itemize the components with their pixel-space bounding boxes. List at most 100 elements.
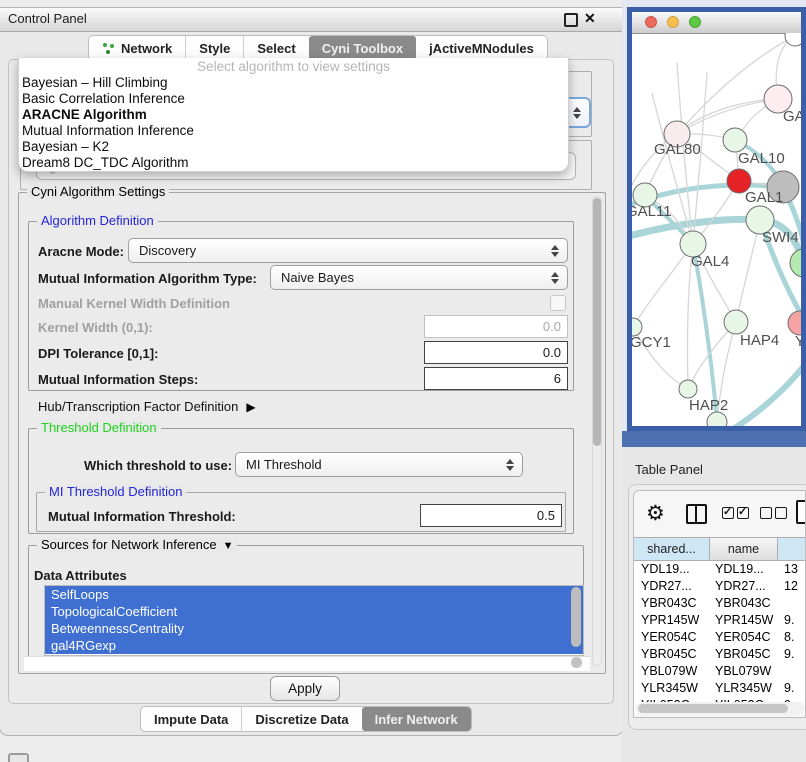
mac-close-button[interactable] xyxy=(645,16,657,28)
table-row[interactable]: YER054CYER054C8. xyxy=(634,629,806,646)
dpi-tolerance-field[interactable]: 0.0 xyxy=(424,341,568,364)
mi-type-combobox[interactable]: Naive Bayes xyxy=(270,265,568,290)
network-edge[interactable] xyxy=(727,348,801,426)
tab-jactivemnodules[interactable]: jActiveMNodules xyxy=(416,36,547,60)
table-cell[interactable]: YPR145W xyxy=(634,612,710,629)
table-cell[interactable]: YPR145W xyxy=(710,612,778,629)
network-canvas[interactable]: GAL7GAL80GAL10GAL1GAL11SWI4GAL4GCY1HAP4Y… xyxy=(632,33,801,426)
table-cell[interactable]: YBR045C xyxy=(710,646,778,663)
mi-threshold-field[interactable]: 0.5 xyxy=(420,504,562,527)
bottom-tab-impute-data[interactable]: Impute Data xyxy=(141,707,241,731)
hub-definition-expander[interactable]: Hub/Transcription Factor Definition xyxy=(38,399,256,414)
node-label-gal11: GAL11 xyxy=(632,203,672,220)
table-cell[interactable]: YBR043C xyxy=(710,595,778,612)
table-row[interactable]: YDL19...YDL19...13 xyxy=(634,561,806,578)
list-scrollbar-end[interactable] xyxy=(571,657,582,668)
attribute-item-topologicalcoefficient[interactable]: TopologicalCoefficient xyxy=(45,603,583,620)
algorithm-option-mutual-information-inference[interactable]: Mutual Information Inference xyxy=(19,123,568,139)
column-header-shared[interactable]: shared... xyxy=(634,537,710,561)
mi-steps-field[interactable]: 6 xyxy=(424,367,568,390)
select-all-icon[interactable] xyxy=(737,507,749,519)
table-row[interactable]: YDR27...YDR27...12 xyxy=(634,578,806,595)
table-cell[interactable]: YDR27... xyxy=(634,578,710,595)
bottom-tab-impute-data-label: Impute Data xyxy=(154,712,228,727)
table-hscrollbar-thumb[interactable] xyxy=(638,704,788,713)
table-cell[interactable]: 9. xyxy=(778,612,806,629)
tab-cyni-toolbox[interactable]: Cyni Toolbox xyxy=(309,36,416,60)
column-header-partial[interactable] xyxy=(778,537,806,561)
network-node-gal10[interactable] xyxy=(723,128,747,152)
table-cell[interactable]: YDR27... xyxy=(710,578,778,595)
network-node[interactable] xyxy=(790,249,801,277)
network-edge[interactable] xyxy=(633,244,693,327)
deselect-all-icon[interactable] xyxy=(760,507,772,519)
attribute-item-selfloops[interactable]: SelfLoops xyxy=(45,586,583,603)
apply-button[interactable]: Apply xyxy=(270,676,340,701)
float-window-icon[interactable] xyxy=(564,13,578,27)
document-icon[interactable] xyxy=(796,500,806,524)
minimized-panel-stub[interactable] xyxy=(8,753,29,762)
tab-style[interactable]: Style xyxy=(185,36,243,60)
network-node[interactable] xyxy=(785,33,801,46)
table-cell[interactable]: YBL079W xyxy=(634,663,710,680)
table-cell[interactable]: YBL079W xyxy=(710,663,778,680)
select-all-icon[interactable] xyxy=(722,507,734,519)
tab-select[interactable]: Select xyxy=(243,36,308,60)
deselect-all-icon[interactable] xyxy=(775,507,787,519)
algorithm-option-aracne-algorithm[interactable]: ARACNE Algorithm xyxy=(19,107,568,123)
sources-expander[interactable]: Sources for Network Inference xyxy=(37,537,237,552)
table-row[interactable]: YBL079WYBL079W xyxy=(634,663,806,680)
table-cell[interactable]: 13 xyxy=(778,561,806,578)
algorithm-option-bayesian-k2[interactable]: Bayesian – K2 xyxy=(19,139,568,155)
attribute-item-betweennesscentrality[interactable]: BetweennessCentrality xyxy=(45,620,583,637)
network-node-y[interactable] xyxy=(788,311,801,335)
settings-gear-icon[interactable] xyxy=(646,501,665,526)
table-cell[interactable] xyxy=(778,595,806,612)
table-cell[interactable]: 9. xyxy=(778,646,806,663)
table-row[interactable]: YBR043CYBR043C xyxy=(634,595,806,612)
mac-minimize-button[interactable] xyxy=(667,16,679,28)
table-cell[interactable]: 12 xyxy=(778,578,806,595)
table-cell[interactable]: YER054C xyxy=(634,629,710,646)
close-icon[interactable] xyxy=(584,10,596,27)
table-cell[interactable]: YLR345W xyxy=(710,680,778,697)
split-view-icon[interactable] xyxy=(686,504,707,524)
table-cell[interactable]: YDL19... xyxy=(634,561,710,578)
network-edge[interactable] xyxy=(693,244,717,422)
table-cell[interactable]: YBR045C xyxy=(634,646,710,663)
control-panel-titlebar[interactable] xyxy=(0,8,622,32)
dpi-tolerance-value: 0.0 xyxy=(543,345,561,360)
network-node-hap4[interactable] xyxy=(724,310,748,334)
table-cell[interactable] xyxy=(778,663,806,680)
list-scrollbar-thumb[interactable] xyxy=(571,587,581,647)
manual-kernel-checkbox[interactable] xyxy=(550,295,566,311)
network-node-hap2[interactable] xyxy=(679,380,697,398)
table-cell[interactable]: YDL19... xyxy=(710,561,778,578)
network-window-titlebar[interactable] xyxy=(632,12,801,34)
column-header-name[interactable]: name xyxy=(710,537,778,561)
table-cell[interactable]: 8. xyxy=(778,629,806,646)
table-cell[interactable]: YBR043C xyxy=(634,595,710,612)
table-row[interactable]: YLR345WYLR345W9. xyxy=(634,680,806,697)
which-threshold-combobox[interactable]: MI Threshold xyxy=(235,452,523,477)
bottom-tab-discretize-data[interactable]: Discretize Data xyxy=(241,707,361,731)
network-edge[interactable] xyxy=(736,220,760,322)
algorithm-option-bayesian-hill-climbing[interactable]: Bayesian – Hill Climbing xyxy=(19,75,568,91)
table-row[interactable]: YBR045CYBR045C9. xyxy=(634,646,806,663)
kernel-width-field[interactable]: 0.0 xyxy=(424,315,568,338)
attribute-item-gal4rgexp[interactable]: gal4RGexp xyxy=(45,637,583,654)
table-cell[interactable]: 9. xyxy=(778,680,806,697)
tab-network[interactable]: Network xyxy=(89,36,185,60)
data-attributes-list[interactable]: SelfLoopsTopologicalCoefficientBetweenne… xyxy=(44,585,584,656)
bottom-tab-infer-network[interactable]: Infer Network xyxy=(362,707,471,731)
network-node[interactable] xyxy=(707,412,727,426)
table-row[interactable]: YPR145WYPR145W9. xyxy=(634,612,806,629)
node-label-gal10: GAL10 xyxy=(738,150,785,167)
aracne-mode-combobox[interactable]: Discovery xyxy=(128,238,568,263)
mac-zoom-button[interactable] xyxy=(689,16,701,28)
algorithm-option-basic-correlation-inference[interactable]: Basic Correlation Inference xyxy=(19,91,568,107)
table-cell[interactable]: YER054C xyxy=(710,629,778,646)
algorithm-option-dream8-dc-tdc-algorithm[interactable]: Dream8 DC_TDC Algorithm xyxy=(19,155,568,171)
settings-scrollbar-thumb[interactable] xyxy=(593,198,601,446)
table-cell[interactable]: YLR345W xyxy=(634,680,710,697)
